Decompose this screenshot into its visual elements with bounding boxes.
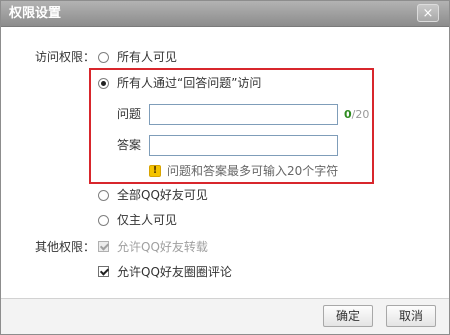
radio-answer-question-label[interactable]: 所有人通过“回答问题”访问 [117, 76, 261, 90]
close-icon: × [422, 6, 434, 21]
answer-label: 答案 [117, 138, 142, 152]
radio-answer-question[interactable] [98, 78, 109, 89]
checkbox-allow-repost[interactable] [98, 241, 109, 252]
question-input[interactable] [149, 104, 338, 125]
checkbox-allow-repost-label: 允许QQ好友转载 [117, 240, 208, 254]
radio-all-qq-friends[interactable] [98, 190, 109, 201]
checkbox-allow-comment-label[interactable]: 允许QQ好友圈圈评论 [117, 265, 232, 279]
other-permission-label: 其他权限： [35, 240, 96, 254]
dialog-footer: 确定 取消 [1, 299, 449, 334]
answer-input[interactable] [149, 135, 338, 156]
permission-settings-dialog: 权限设置 × 访问权限： 所有人可见 所有人通过“回答问题”访问 问题 0/20… [0, 0, 450, 335]
radio-owner-only[interactable] [98, 215, 109, 226]
counter-max: /20 [351, 108, 370, 121]
access-permission-label: 访问权限： [35, 50, 96, 64]
input-limit-hint: 问题和答案最多可输入20个字符 [167, 164, 339, 178]
warning-icon: ! [149, 165, 161, 177]
radio-all-qq-friends-label[interactable]: 全部QQ好友可见 [117, 188, 208, 202]
close-button[interactable]: × [417, 4, 439, 22]
title-bar: 权限设置 × [1, 1, 449, 27]
question-label: 问题 [117, 107, 142, 121]
checkbox-allow-comment[interactable] [98, 266, 109, 277]
confirm-button[interactable]: 确定 [323, 305, 373, 327]
radio-everyone-visible-label[interactable]: 所有人可见 [117, 50, 177, 64]
radio-everyone-visible[interactable] [98, 52, 109, 63]
question-char-counter: 0/20 [344, 108, 369, 121]
radio-owner-only-label[interactable]: 仅主人可见 [117, 213, 177, 227]
counter-current: 0 [344, 108, 352, 121]
dialog-title: 权限设置 [9, 6, 62, 21]
cancel-button[interactable]: 取消 [386, 305, 436, 327]
